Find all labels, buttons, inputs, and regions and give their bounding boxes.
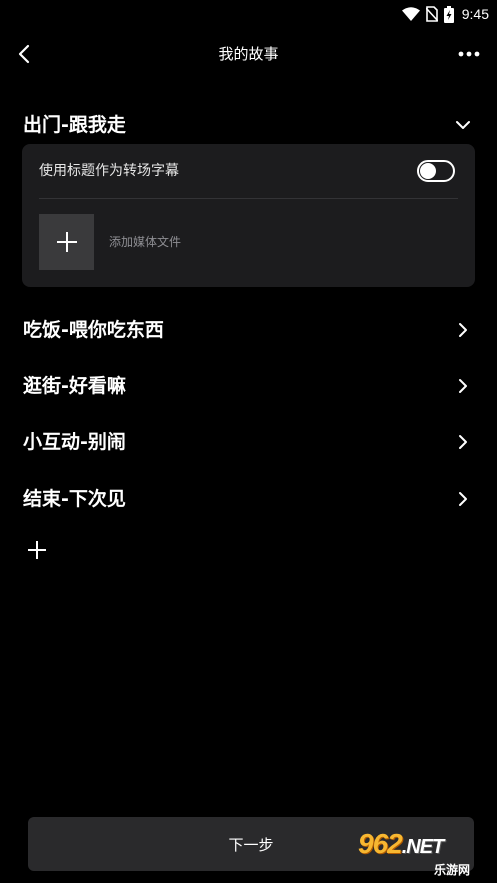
plus-icon <box>56 232 77 252</box>
section-title: 小互动-别闹 <box>23 431 126 453</box>
chevron-right-icon <box>453 376 473 396</box>
chevron-down-icon <box>453 115 473 135</box>
chevron-right-icon <box>453 489 473 509</box>
section-header[interactable]: 逛街-好看嘛 <box>0 366 497 406</box>
add-media-button[interactable] <box>39 214 94 270</box>
battery-charging-icon <box>443 5 454 23</box>
section-title: 出门-跟我走 <box>23 114 126 136</box>
status-time: 9:45 <box>461 6 489 22</box>
add-media-label: 添加媒体文件 <box>109 235 182 249</box>
watermark: 962.NET 乐游网 <box>352 828 497 883</box>
section-title: 结束-下次见 <box>23 488 126 510</box>
subtitle-toggle-row: 使用标题作为转场字幕 <box>22 144 475 198</box>
status-bar: 9:45 <box>0 0 497 28</box>
sim-off-icon <box>425 6 438 22</box>
divider <box>39 198 458 199</box>
chevron-left-icon <box>18 44 30 64</box>
chevron-right-icon <box>453 320 473 340</box>
plus-icon <box>28 541 46 559</box>
watermark-subtitle: 乐游网 <box>434 863 471 877</box>
app-bar: 我的故事 <box>0 28 497 80</box>
section-header[interactable]: 吃饭-喂你吃东西 <box>0 310 497 350</box>
page-title: 我的故事 <box>218 45 279 63</box>
toggle-label: 使用标题作为转场字幕 <box>39 163 179 179</box>
section-title: 逛街-好看嘛 <box>23 375 126 397</box>
watermark-logo: 962.NET <box>358 828 444 859</box>
subtitle-toggle[interactable] <box>417 160 455 182</box>
more-button[interactable] <box>453 38 485 70</box>
wifi-icon <box>401 7 420 21</box>
more-horizontal-icon <box>458 51 480 57</box>
section-header[interactable]: 出门-跟我走 <box>0 105 497 145</box>
add-media-row[interactable]: 添加媒体文件 <box>22 214 475 270</box>
status-icons: 9:45 <box>401 4 489 24</box>
section-header[interactable]: 结束-下次见 <box>0 479 497 519</box>
toggle-knob <box>420 163 436 179</box>
section-card: 使用标题作为转场字幕 添加媒体文件 <box>22 144 475 287</box>
back-button[interactable] <box>8 38 40 70</box>
section-header[interactable]: 小互动-别闹 <box>0 422 497 462</box>
chevron-right-icon <box>453 432 473 452</box>
section-title: 吃饭-喂你吃东西 <box>23 319 164 341</box>
add-section-button[interactable] <box>24 537 50 563</box>
